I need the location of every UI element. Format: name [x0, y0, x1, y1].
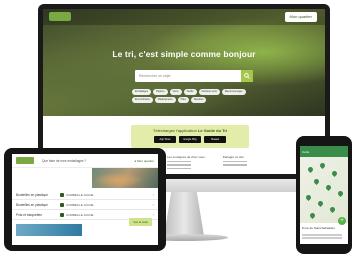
- hero-title: Le tri, c'est simple comme bonjour: [112, 49, 256, 59]
- map-pin-icon[interactable]: [328, 205, 337, 214]
- list-item[interactable]: Bouteilles en plastique CORBEILLE JAUNE …: [12, 200, 158, 210]
- list-item-label: Bouteilles en plastique: [16, 202, 48, 207]
- chevron-right-icon: ›: [152, 212, 154, 217]
- location-pin-icon: ●: [134, 158, 137, 163]
- view-map-button[interactable]: Voir la carte: [129, 218, 152, 226]
- category-chip[interactable]: Emballages: [132, 89, 152, 95]
- hero-section: Mon quartier Le tri, c'est simple comme …: [43, 9, 325, 116]
- detail-line: [302, 237, 342, 239]
- footer-column: Partager ce site: [222, 155, 247, 171]
- map-view[interactable]: +: [300, 157, 348, 225]
- bin-icon: [60, 202, 64, 207]
- chevron-right-icon: ›: [152, 192, 154, 197]
- category-chip[interactable]: Piles: [177, 97, 190, 103]
- store-badges: App Store Google Play Huawei: [131, 136, 249, 143]
- chevron-right-icon: ›: [152, 202, 154, 207]
- footer-link[interactable]: [167, 161, 191, 163]
- category-chip[interactable]: Verre: [169, 89, 182, 95]
- tablet-area-selector[interactable]: ● Mon quartier: [134, 159, 154, 163]
- tablet-device: Que faire de mes emballages ? ● Mon quar…: [4, 148, 166, 251]
- map-pin-icon[interactable]: [324, 183, 333, 192]
- footer-column-title: Partager ce site: [222, 155, 244, 159]
- tablet-page-title: Que faire de mes emballages ?: [42, 158, 87, 163]
- huawei-store-badge[interactable]: Huawei: [204, 136, 226, 143]
- detail-line: [302, 234, 342, 236]
- hero-photo: [92, 168, 158, 188]
- banner-text: Téléchargez l'application Le Guide du Tr…: [131, 128, 249, 133]
- footer-link[interactable]: [222, 161, 247, 163]
- list-item-value: CORBEILLE JAUNE: [66, 212, 94, 217]
- promo-banner[interactable]: [16, 224, 82, 236]
- category-chip[interactable]: Textile: [183, 89, 197, 95]
- map-pin-icon[interactable]: [316, 199, 325, 208]
- footer-column: Les consignes de chez vous: [167, 155, 205, 171]
- add-button[interactable]: +: [338, 217, 346, 225]
- footer-column-title: Les consignes de chez vous: [167, 155, 205, 159]
- map-pin-icon[interactable]: [318, 161, 327, 170]
- category-chip[interactable]: Papiers: [153, 89, 168, 95]
- phone-screen: Carte + 8 rue de Saint-Sebastien: [300, 146, 348, 244]
- list-item[interactable]: Bouteilles en plastique CORBEILLE JAUNE …: [12, 190, 158, 200]
- map-pin-icon[interactable]: [304, 193, 313, 202]
- top-navigation: Mon quartier: [43, 9, 325, 25]
- my-area-button[interactable]: Mon quartier: [284, 12, 317, 22]
- address-text: 8 rue de Saint-Sebastien: [302, 226, 336, 230]
- category-chip[interactable]: Médicaments: [154, 97, 176, 103]
- list-item-label: Bouteilles en plastique: [16, 192, 48, 197]
- category-chips: Emballages Papiers Verre Textile Déchets…: [132, 89, 262, 103]
- list-item-label: Pots et barquettes: [16, 212, 42, 217]
- search-input[interactable]: Rechercher un objet: [135, 70, 245, 82]
- map-pin-icon[interactable]: [336, 189, 345, 198]
- list-item-value: CORBEILLE JAUNE: [66, 192, 94, 197]
- bin-icon: [60, 212, 64, 217]
- tablet-area-label: Mon quartier: [137, 158, 154, 163]
- phone-header: Carte: [300, 146, 348, 157]
- category-chip[interactable]: Meubles: [191, 97, 207, 103]
- category-chip[interactable]: Électroménager: [221, 89, 246, 95]
- footer-link[interactable]: [222, 164, 247, 166]
- bin-icon: [60, 192, 64, 197]
- tablet-logo[interactable]: [16, 157, 34, 164]
- site-logo[interactable]: [49, 12, 71, 21]
- category-chip[interactable]: Encombrants: [132, 97, 153, 103]
- app-download-banner: Téléchargez l'application Le Guide du Tr…: [131, 125, 249, 148]
- map-pin-icon[interactable]: [308, 211, 317, 220]
- app-store-badge[interactable]: App Store: [154, 136, 176, 143]
- map-pin-icon[interactable]: [306, 165, 315, 174]
- footer-link[interactable]: [167, 167, 191, 169]
- map-pin-icon[interactable]: [330, 169, 339, 178]
- banner-text-app-name: Le Guide du Tri: [197, 128, 228, 133]
- search-button[interactable]: [241, 70, 253, 82]
- tablet-header: Que faire de mes emballages ? ● Mon quar…: [12, 154, 158, 168]
- phone-header-label: Carte: [302, 149, 310, 154]
- google-play-badge[interactable]: Google Play: [179, 136, 201, 143]
- footer-columns: Les consignes de chez vous Partager ce s…: [167, 155, 247, 171]
- map-pin-icon[interactable]: [312, 177, 321, 186]
- category-chip[interactable]: Déchets verts: [198, 89, 220, 95]
- phone-device: Carte + 8 rue de Saint-Sebastien: [296, 136, 352, 254]
- search-icon: [244, 73, 250, 79]
- tablet-screen: Que faire de mes emballages ? ● Mon quar…: [12, 154, 158, 245]
- footer-link[interactable]: [167, 164, 191, 166]
- monitor-stand: [164, 192, 204, 236]
- banner-text-prefix: Téléchargez l'application: [152, 128, 197, 133]
- list-item-value: CORBEILLE JAUNE: [66, 202, 94, 207]
